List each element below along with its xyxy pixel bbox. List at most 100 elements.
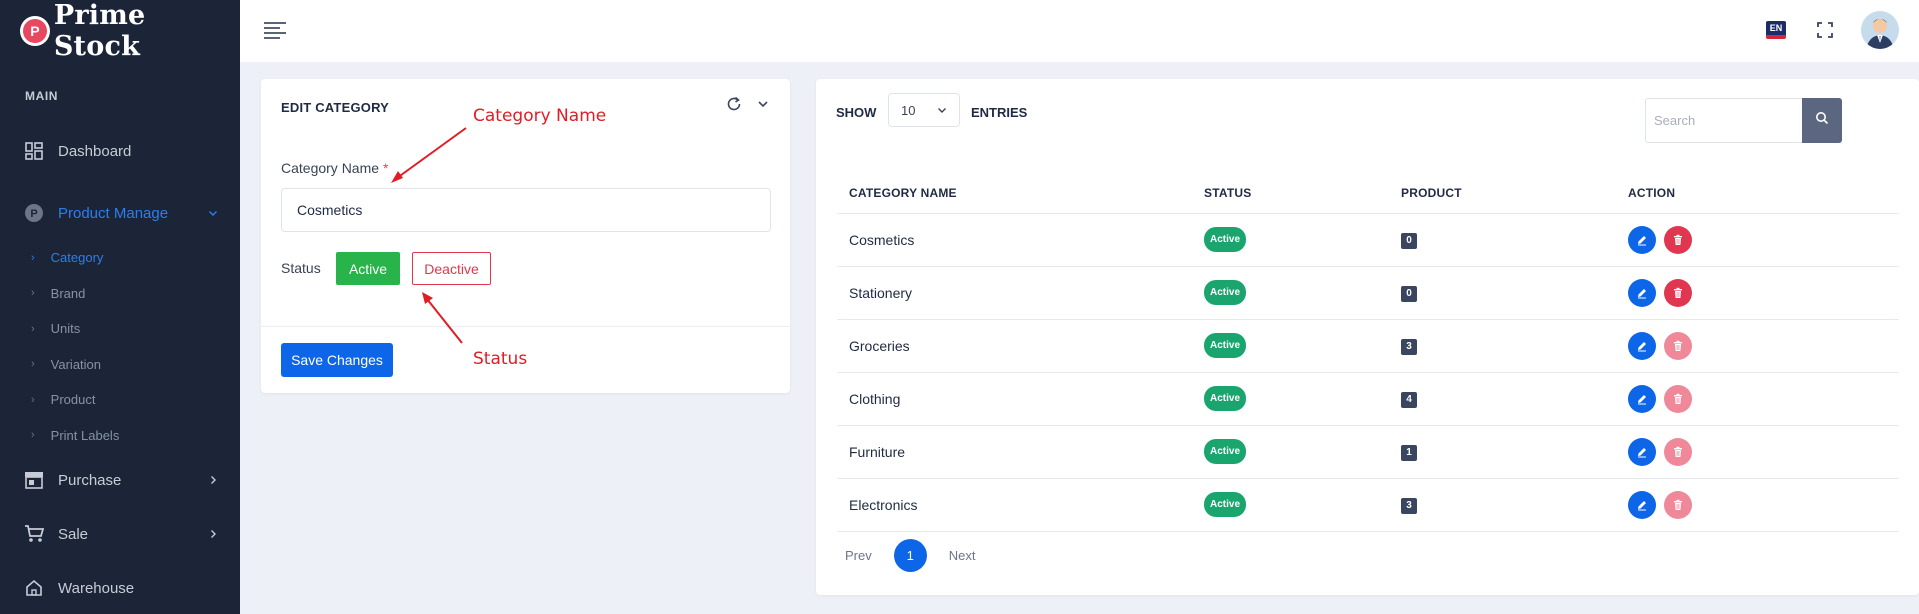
edit-button[interactable] xyxy=(1628,225,1656,254)
sidebar-subitem-units[interactable]: › Units xyxy=(0,311,240,347)
table-row: Clothing Active 4 xyxy=(837,372,1899,426)
sidebar-subitem-variation[interactable]: › Variation xyxy=(0,347,240,383)
action-cell xyxy=(1616,425,1899,479)
sidebar-subitem-product[interactable]: › Product xyxy=(0,382,240,418)
sidebar-item-product-manage[interactable]: P Product Manage xyxy=(0,186,240,240)
next-page-button[interactable]: Next xyxy=(941,548,984,563)
delete-button[interactable] xyxy=(1664,278,1692,307)
search-icon xyxy=(1815,111,1829,130)
category-name-cell: Stationery xyxy=(837,266,1192,320)
edit-button[interactable] xyxy=(1628,490,1656,519)
product-cell: 1 xyxy=(1389,425,1616,479)
status-cell: Active xyxy=(1192,266,1389,320)
table-row: Groceries Active 3 xyxy=(837,319,1899,373)
chevron-down-icon[interactable] xyxy=(756,96,770,117)
svg-text:P: P xyxy=(30,208,37,220)
brand-logo-icon: P xyxy=(20,16,50,46)
sidebar-item-label: Warehouse xyxy=(58,579,135,597)
pencil-icon xyxy=(1638,235,1646,245)
edit-button[interactable] xyxy=(1628,384,1656,413)
sidebar-item-warehouse[interactable]: Warehouse xyxy=(0,561,240,614)
sidebar-subitem-print-labels[interactable]: › Print Labels xyxy=(0,418,240,454)
column-header-category-name[interactable]: CATEGORY NAME xyxy=(837,173,1192,214)
brand-mark: P xyxy=(30,23,40,39)
sidebar-subitem-label: Print Labels xyxy=(50,427,120,443)
page-number-button[interactable]: 1 xyxy=(893,539,927,572)
table-header-row: CATEGORY NAME STATUS PRODUCT ACTION xyxy=(837,173,1899,214)
edit-category-card: EDIT CATEGORY Category Name * Status Act… xyxy=(261,79,790,393)
category-name-cell: Groceries xyxy=(837,319,1192,373)
status-label: Status xyxy=(281,260,321,276)
edit-button[interactable] xyxy=(1628,437,1656,466)
edit-button[interactable] xyxy=(1628,331,1656,360)
category-list-card: SHOW 10 ENTRIES CATEGORY NAME STATUS PRO… xyxy=(816,79,1919,595)
status-badge: Active xyxy=(1204,280,1247,305)
category-name-cell: Electronics xyxy=(837,478,1192,532)
page-size-select[interactable]: 10 xyxy=(888,93,960,127)
column-header-status[interactable]: STATUS xyxy=(1192,173,1389,214)
prev-page-button[interactable]: Prev xyxy=(837,548,880,563)
trash-icon xyxy=(1674,393,1682,404)
product-cell: 3 xyxy=(1389,478,1616,532)
save-changes-button[interactable]: Save Changes xyxy=(281,343,393,377)
sidebar-item-dashboard[interactable]: Dashboard xyxy=(0,124,240,178)
sidebar-subitem-label: Variation xyxy=(50,356,102,372)
category-name-label: Category Name * xyxy=(281,160,388,176)
trash-icon xyxy=(1674,446,1682,457)
category-name-cell: Furniture xyxy=(837,425,1192,479)
sidebar-subitem-label: Units xyxy=(50,321,81,337)
action-cell xyxy=(1616,478,1899,532)
brand-name: Prime Stock xyxy=(53,0,146,62)
status-cell: Active xyxy=(1192,319,1389,373)
sidebar-item-purchase[interactable]: Purchase xyxy=(0,453,240,507)
column-header-product[interactable]: PRODUCT xyxy=(1389,173,1616,214)
sidebar-subitem-category[interactable]: › Category xyxy=(0,240,240,276)
status-badge: Active xyxy=(1204,386,1247,411)
trash-icon xyxy=(1674,287,1682,298)
cart-icon xyxy=(24,524,44,544)
delete-button[interactable] xyxy=(1664,437,1692,466)
show-label: SHOW xyxy=(836,105,877,120)
delete-button[interactable] xyxy=(1664,225,1692,254)
product-count-badge: 0 xyxy=(1401,286,1417,302)
product-count-badge: 3 xyxy=(1401,339,1417,355)
trash-icon xyxy=(1674,234,1682,245)
delete-button[interactable] xyxy=(1664,331,1692,360)
fullscreen-icon[interactable] xyxy=(1817,22,1833,38)
chevron-right-icon: › xyxy=(31,322,35,335)
product-count-badge: 4 xyxy=(1401,392,1417,408)
deactive-button[interactable]: Deactive xyxy=(412,252,491,285)
chevron-right-icon xyxy=(208,526,218,542)
product-cell: 0 xyxy=(1389,266,1616,320)
active-button[interactable]: Active xyxy=(336,252,400,285)
chevron-right-icon: › xyxy=(31,287,35,300)
chevron-right-icon: › xyxy=(31,429,35,442)
dashboard-icon xyxy=(24,141,44,161)
language-flag-icon[interactable]: EN xyxy=(1766,21,1786,39)
label-text: Category Name xyxy=(281,160,380,176)
status-cell: Active xyxy=(1192,425,1389,479)
table-row: Stationery Active 0 xyxy=(837,266,1899,320)
menu-toggle-icon[interactable] xyxy=(264,22,286,39)
avatar[interactable] xyxy=(1861,11,1899,49)
category-name-input[interactable] xyxy=(281,188,771,232)
search-button[interactable] xyxy=(1802,98,1842,143)
sidebar-subitem-label: Brand xyxy=(50,285,86,301)
table-row: Electronics Active 3 xyxy=(837,478,1899,532)
chevron-right-icon xyxy=(208,472,218,488)
sidebar-item-label: Dashboard xyxy=(58,142,132,160)
pagination: Prev 1 Next xyxy=(837,539,983,572)
delete-button[interactable] xyxy=(1664,490,1692,519)
brand[interactable]: P Prime Stock xyxy=(0,0,240,62)
search-input[interactable] xyxy=(1645,98,1802,143)
table-body: Cosmetics Active 0 Stationery Active 0 Groceri… xyxy=(837,213,1899,532)
refresh-icon[interactable] xyxy=(726,96,742,117)
delete-button[interactable] xyxy=(1664,384,1692,413)
sidebar-item-label: Purchase xyxy=(58,471,122,489)
sidebar-subitem-brand[interactable]: › Brand xyxy=(0,276,240,312)
annotation-status: Status xyxy=(473,349,528,369)
status-badge: Active xyxy=(1204,333,1247,358)
sidebar-item-sale[interactable]: Sale xyxy=(0,507,240,561)
edit-button[interactable] xyxy=(1628,278,1656,307)
annotation-category-name: Category Name xyxy=(473,106,607,126)
